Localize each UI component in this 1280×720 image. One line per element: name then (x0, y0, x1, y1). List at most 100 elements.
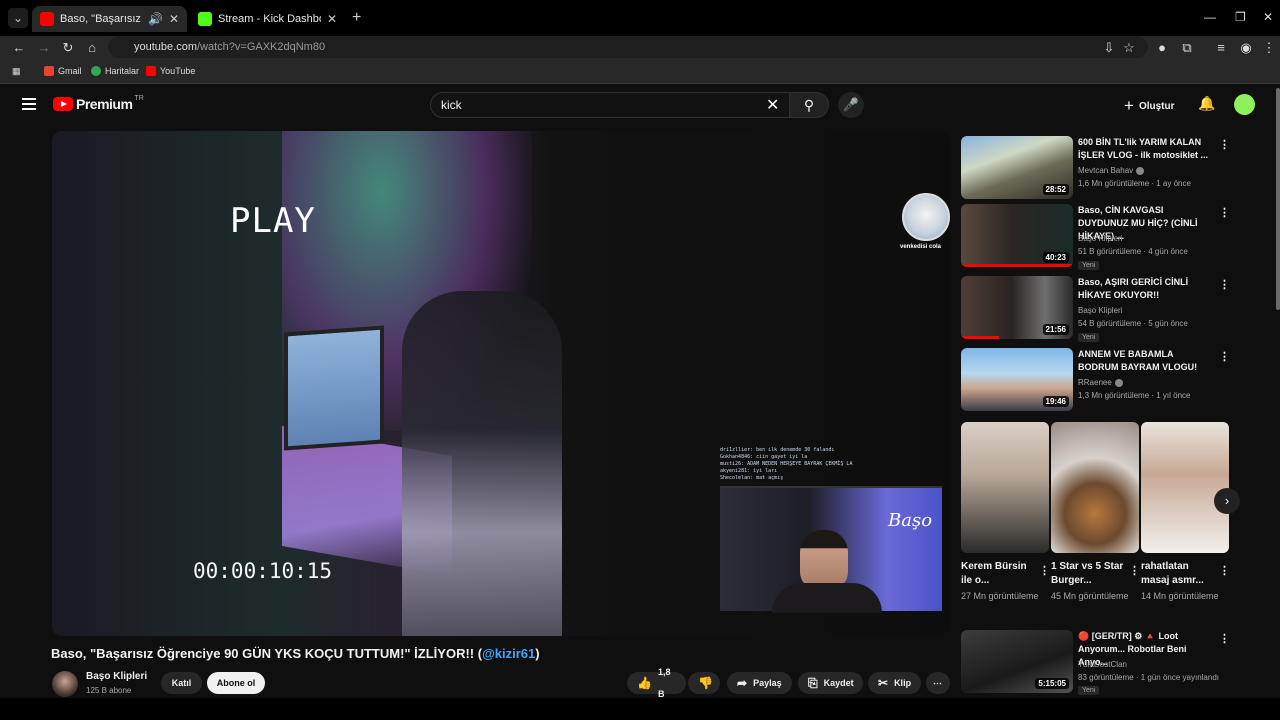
save-button[interactable]: ⎘ Kaydet (798, 672, 863, 694)
shorts-next-arrow-icon[interactable]: › (1214, 488, 1240, 514)
video-thumbnail[interactable]: 21:56 (961, 276, 1073, 339)
kebab-menu-icon[interactable]: ⋮ (1219, 632, 1230, 645)
video-thumbnail[interactable]: 19:46 (961, 348, 1073, 411)
join-button[interactable]: Katıl (161, 672, 202, 694)
account-avatar[interactable] (1234, 94, 1255, 115)
clear-search-icon[interactable]: ✕ (766, 95, 779, 115)
reload-icon[interactable]: ↻ (59, 39, 77, 57)
short-views: 27 Mn görüntüleme (961, 591, 1039, 601)
tab-search-dropdown-icon[interactable]: ⌄ (8, 8, 28, 28)
create-button[interactable]: + Oluştur (1124, 96, 1175, 116)
video-thumbnail[interactable]: 5:15:05 (961, 630, 1073, 693)
notifications-bell-icon[interactable]: 🔔 (1198, 95, 1215, 112)
recommended-title[interactable]: Baso, AŞIRI GERİCİ CİNLİ HİKAYE OKUYOR!! (1078, 276, 1212, 302)
video-thumbnail[interactable]: 28:52 (961, 136, 1073, 199)
bookmarks-bar: ▦ Gmail Haritalar YouTube (0, 60, 1280, 84)
recommended-video[interactable]: 40:23 Baso, CİN KAVGASI DUYDUNUZ MU HİÇ?… (961, 204, 1251, 270)
like-button[interactable]: 👍 1,8 B (627, 667, 686, 699)
title-mention-link[interactable]: @kizir61 (482, 646, 535, 661)
minimize-icon[interactable]: — (1204, 10, 1216, 24)
apps-grid-icon[interactable]: ▦ (12, 66, 21, 77)
page-scrollbar[interactable] (1276, 88, 1280, 310)
tab-close-icon[interactable]: ✕ (327, 12, 337, 26)
recommended-title[interactable]: 600 BİN TL'lik YARIM KALAN İŞLER VLOG - … (1078, 136, 1212, 162)
short-thumbnail[interactable] (961, 422, 1049, 553)
back-icon[interactable]: ← (10, 39, 28, 57)
recommended-channel[interactable]: Başo Klipleri (1078, 234, 1122, 243)
recommended-channel[interactable]: TürkDostClan (1078, 660, 1127, 669)
share-button[interactable]: ➦ Paylaş (727, 672, 792, 694)
kebab-menu-icon[interactable]: ⋮ (1129, 564, 1140, 577)
tab-title: Baso, "Başarısız Öğrenciye S (60, 13, 142, 25)
video-player[interactable]: PLAY 00:00:10:15 venkedisi cola dri1zlli… (52, 131, 950, 636)
restore-icon[interactable]: ❐ (1235, 10, 1246, 24)
extensions-puzzle-icon[interactable]: ⧉ (1178, 39, 1196, 57)
recommended-video[interactable]: 5:15:05 🔴 [GER/TR] ⚙ 🔺 Loot Anyorum... R… (961, 630, 1251, 695)
menu-hamburger-icon[interactable] (22, 98, 36, 113)
kebab-menu-icon[interactable]: ⋮ (1219, 278, 1230, 291)
new-tab-button[interactable]: + (352, 9, 361, 27)
duration-badge: 19:46 (1042, 396, 1069, 407)
browser-menu-icon[interactable]: ⋮ (1260, 39, 1278, 57)
search-input[interactable]: kick (430, 92, 790, 118)
recommended-channel[interactable]: RRaenee (1078, 378, 1123, 387)
verified-icon (1114, 378, 1123, 387)
install-app-icon[interactable]: ⇩ (1100, 39, 1118, 57)
clip-label: Klip (894, 678, 912, 688)
more-actions-button[interactable]: ⋯ (926, 672, 950, 694)
forward-icon[interactable]: → (35, 39, 53, 57)
close-window-icon[interactable]: ✕ (1263, 10, 1273, 24)
tab-title: Stream - Kick Dashboard (218, 13, 321, 25)
profile-icon[interactable]: ◉ (1237, 39, 1255, 57)
short-title[interactable]: rahatlatan masaj asmr... (1141, 560, 1219, 588)
channel-name[interactable]: Başo Klipleri (86, 671, 147, 682)
tab-kick[interactable]: Stream - Kick Dashboard ✕ (190, 6, 345, 32)
media-control-icon[interactable]: ≡ (1212, 39, 1230, 57)
recommended-video[interactable]: 28:52 600 BİN TL'lik YARIM KALAN İŞLER V… (961, 136, 1251, 200)
new-badge: Yeni (1078, 686, 1100, 695)
short-thumbnail[interactable] (1051, 422, 1139, 553)
recommended-meta: 51 B görüntüleme · 4 gün önce (1078, 247, 1188, 256)
recommended-channel[interactable]: Mevtcan Bahav (1078, 166, 1145, 175)
recommended-video[interactable]: 21:56 Baso, AŞIRI GERİCİ CİNLİ HİKAYE OK… (961, 276, 1251, 342)
channel-label: Mevtcan Bahav (1078, 166, 1134, 175)
short-thumbnail[interactable] (1141, 422, 1229, 553)
home-icon[interactable]: ⌂ (83, 39, 101, 57)
bottom-bar (0, 698, 1280, 720)
new-badge: Yeni (1078, 333, 1100, 342)
bookmark-maps[interactable]: Haritalar (91, 66, 139, 76)
voice-search-icon[interactable]: 🎤 (838, 92, 864, 118)
tab-youtube[interactable]: Baso, "Başarısız Öğrenciye S 🔊 ✕ (32, 6, 187, 32)
clip-button[interactable]: ✂ Klip (868, 672, 921, 694)
bookmark-gmail[interactable]: Gmail (44, 66, 82, 76)
subscribe-button[interactable]: Abone ol (207, 672, 265, 694)
search-button[interactable]: ⚲ (789, 92, 829, 118)
recommended-video[interactable]: 19:46 ANNEM VE BABAMLA BODRUM BAYRAM VLO… (961, 348, 1251, 412)
short-views: 45 Mn görüntüleme (1051, 591, 1129, 601)
tab-close-icon[interactable]: ✕ (169, 12, 179, 26)
kebab-menu-icon[interactable]: ⋮ (1219, 564, 1230, 577)
short-title[interactable]: 1 Star vs 5 Star Burger... (1051, 560, 1129, 588)
kebab-menu-icon[interactable]: ⋮ (1219, 138, 1230, 151)
tab-audio-icon[interactable]: 🔊 (148, 12, 163, 26)
browser-tab-strip: ⌄ Baso, "Başarısız Öğrenciye S 🔊 ✕ Strea… (0, 0, 1280, 36)
channel-avatar[interactable] (52, 671, 78, 697)
bookmark-star-icon[interactable]: ☆ (1120, 39, 1138, 57)
chat-line: Shecolelan: mat açmış (720, 475, 784, 481)
short-title[interactable]: Kerem Bürsin ile o... (961, 560, 1039, 588)
recommended-meta: 1,3 Mn görüntüleme · 1 yıl önce (1078, 391, 1191, 400)
kebab-menu-icon[interactable]: ⋮ (1219, 206, 1230, 219)
bookmark-youtube[interactable]: YouTube (146, 66, 195, 76)
extension-icon[interactable]: ● (1153, 39, 1171, 57)
video-thumbnail[interactable]: 40:23 (961, 204, 1073, 267)
kebab-menu-icon[interactable]: ⋮ (1039, 564, 1050, 577)
address-bar[interactable]: youtube.com/watch?v=GAXK2dqNm80 (108, 36, 1148, 58)
recommended-meta: 1,6 Mn görüntüleme · 1 ay önce (1078, 179, 1191, 188)
youtube-premium-logo[interactable]: Premium TR (53, 95, 144, 112)
recommended-title[interactable]: ANNEM VE BABAMLA BODRUM BAYRAM VLOGU! (1078, 348, 1212, 374)
share-label: Paylaş (753, 678, 782, 688)
dislike-button[interactable]: 👎 (688, 672, 720, 694)
recommended-channel[interactable]: Başo Klipleri (1078, 306, 1122, 315)
kebab-menu-icon[interactable]: ⋮ (1219, 350, 1230, 363)
search-icon: ⚲ (803, 97, 815, 113)
